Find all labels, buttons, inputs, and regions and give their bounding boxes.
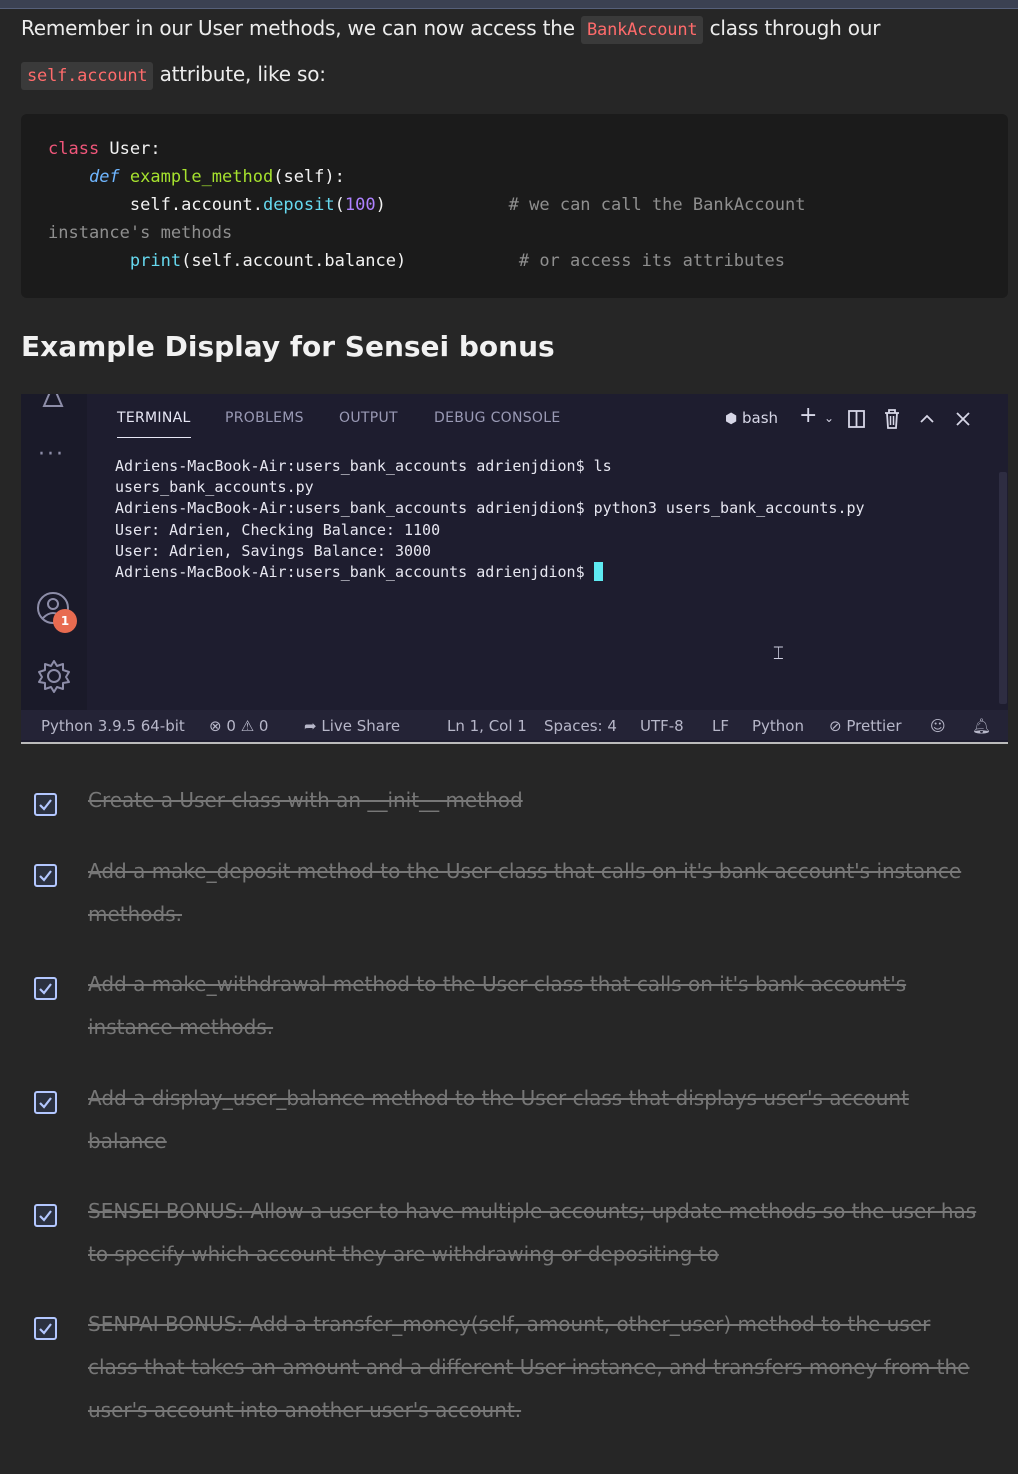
terminal-line: User: Adrien, Savings Balance: 3000 <box>115 541 432 560</box>
code-comment-1: # we can call the BankAccount <box>508 195 806 215</box>
task-checkbox[interactable] <box>34 1204 57 1227</box>
status-prettier[interactable]: ⊘ Prettier <box>829 717 902 735</box>
code-class-name: User: <box>99 139 161 159</box>
add-terminal-icon[interactable]: + <box>799 403 817 428</box>
code-comment-2: # or access its attributes <box>518 251 785 271</box>
shell-icon: ⬢ <box>725 411 738 427</box>
checkmark-icon <box>39 1097 52 1109</box>
terminal-line: Adriens-MacBook-Air:users_bank_accounts … <box>115 563 594 582</box>
task-checkbox[interactable] <box>34 864 57 887</box>
code-paren-close: ) <box>375 195 386 215</box>
checkmark-icon <box>39 799 52 811</box>
status-problems[interactable]: ⊗ 0 ⚠ 0 <box>209 717 268 735</box>
chevron-down-icon[interactable]: ⌄ <box>824 411 834 425</box>
checkmark-icon <box>39 983 52 995</box>
feedback-icon[interactable]: ☺ <box>930 717 946 735</box>
task-text: Add a display_user_balance method to the… <box>88 1086 909 1153</box>
close-icon[interactable] <box>954 410 972 428</box>
code-comment-1-wrap: instance's methods <box>48 223 233 243</box>
checkmark-icon <box>39 1210 52 1222</box>
error-count: 0 <box>226 717 236 735</box>
text-cursor-icon: ⌶ <box>773 643 784 664</box>
status-python-interpreter[interactable]: Python 3.9.5 64-bit <box>41 717 185 735</box>
code-self-account: self.account. <box>129 195 263 215</box>
terminal-line: User: Adrien, Checking Balance: 1100 <box>115 520 441 539</box>
status-cursor-position[interactable]: Ln 1, Col 1 <box>447 717 527 735</box>
code-keyword-class: class <box>48 139 100 159</box>
task-checkbox[interactable] <box>34 1091 57 1114</box>
trash-icon[interactable] <box>882 408 902 430</box>
vscode-screenshot: ··· 1 TERMINAL PROBLEMS OUTPUT DEBUG CON… <box>21 394 1008 744</box>
task-checkbox[interactable] <box>34 1317 57 1340</box>
terminal-line: Adriens-MacBook-Air:users_bank_accounts … <box>115 499 865 518</box>
prettier-label: Prettier <box>846 717 902 735</box>
task-text: SENSEI BONUS: Allow a user to have multi… <box>88 1199 977 1266</box>
terminal-scrollbar[interactable] <box>999 472 1007 704</box>
code-print-args: (self.account.balance) <box>181 251 407 271</box>
terminal-line: Adriens-MacBook-Air:users_bank_accounts … <box>115 457 612 475</box>
more-icon[interactable]: ··· <box>38 442 65 467</box>
tab-output[interactable]: OUTPUT <box>339 410 398 426</box>
live-share-icon: ➦ <box>304 717 317 735</box>
error-icon: ⊗ <box>209 717 222 735</box>
intro-text-before: Remember in our User methods, we can now… <box>21 16 582 40</box>
terminal-cursor <box>593 562 603 582</box>
task-checkbox[interactable] <box>34 793 57 816</box>
task-text: SENPAI BONUS: Add a transfer_money(self,… <box>88 1312 970 1422</box>
live-share-label: Live Share <box>321 717 401 735</box>
section-heading: Example Display for Sensei bonus <box>21 330 555 363</box>
gear-icon[interactable] <box>36 658 72 694</box>
status-live-share[interactable]: ➦ Live Share <box>304 717 400 735</box>
code-keyword-def: def <box>88 167 120 187</box>
code-deposit-call: deposit <box>262 195 335 215</box>
tab-terminal[interactable]: TERMINAL <box>117 410 191 438</box>
intro-paragraph: Remember in our User methods, we can now… <box>21 6 1001 98</box>
code-block: class User: def example_method(self): se… <box>21 114 1008 298</box>
code-number: 100 <box>344 195 376 215</box>
split-terminal-icon[interactable] <box>847 409 867 429</box>
maximize-panel-icon[interactable] <box>918 410 936 428</box>
status-encoding[interactable]: UTF-8 <box>640 717 684 735</box>
notification-badge: 1 <box>53 609 77 633</box>
warning-count: 0 <box>258 717 269 735</box>
terminal-selector[interactable]: ⬢ bash <box>725 409 778 427</box>
tab-debug-console[interactable]: DEBUG CONSOLE <box>434 410 561 426</box>
status-language[interactable]: Python <box>752 717 804 735</box>
prettier-icon: ⊘ <box>829 717 842 735</box>
task-text: Add a make_deposit method to the User cl… <box>88 859 962 926</box>
intro-text-middle: class through our <box>703 16 881 40</box>
flask-icon[interactable] <box>40 394 66 408</box>
code-method-params: (self): <box>273 167 345 187</box>
status-eol[interactable]: LF <box>712 717 729 735</box>
activity-bar: ··· 1 <box>21 394 87 710</box>
inline-code-self-account: self.account <box>21 62 154 90</box>
checkmark-icon <box>39 1323 52 1335</box>
task-checkbox[interactable] <box>34 977 57 1000</box>
status-bar: Python 3.9.5 64-bit ⊗ 0 ⚠ 0 ➦ Live Share… <box>21 710 1008 740</box>
terminal-output[interactable]: Adriens-MacBook-Air:users_bank_accounts … <box>115 456 985 583</box>
intro-text-after: attribute, like so: <box>153 62 326 86</box>
code-paren-open: ( <box>334 195 345 215</box>
checkmark-icon <box>39 870 52 882</box>
code-method-name: example_method <box>129 167 274 187</box>
task-text: Add a make_withdrawal method to the User… <box>88 972 907 1039</box>
shell-name: bash <box>742 409 779 427</box>
code-print-call: print <box>129 251 182 271</box>
bell-icon[interactable]: 🔔︎ <box>972 717 991 735</box>
tab-problems[interactable]: PROBLEMS <box>225 410 304 426</box>
inline-code-bankaccount: BankAccount <box>581 16 704 44</box>
task-text: Create a User class with an __init__ met… <box>88 788 523 812</box>
terminal-toolbar: ⬢ bash + ⌄ <box>725 403 990 434</box>
warning-icon: ⚠ <box>240 717 255 735</box>
status-indentation[interactable]: Spaces: 4 <box>544 717 617 735</box>
terminal-line: users_bank_accounts.py <box>115 478 314 497</box>
